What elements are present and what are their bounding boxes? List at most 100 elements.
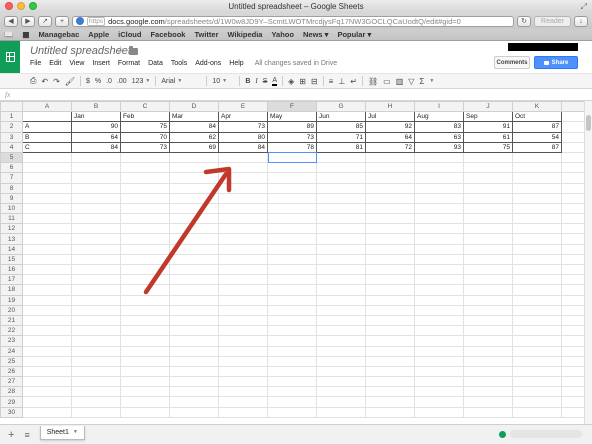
cell[interactable]: 92 bbox=[365, 121, 415, 133]
cell[interactable]: Jun bbox=[316, 111, 366, 123]
cell[interactable] bbox=[414, 396, 464, 408]
cell[interactable]: 73 bbox=[267, 131, 317, 143]
cell[interactable] bbox=[316, 376, 366, 388]
cell[interactable] bbox=[512, 396, 562, 408]
select-all-corner[interactable] bbox=[0, 101, 23, 113]
star-icon[interactable]: ☆ bbox=[116, 45, 125, 56]
cell[interactable] bbox=[316, 213, 366, 225]
cell[interactable] bbox=[267, 284, 317, 296]
menu-format[interactable]: Format bbox=[118, 60, 140, 67]
cell[interactable] bbox=[22, 243, 72, 255]
cell[interactable] bbox=[22, 345, 72, 357]
cell[interactable] bbox=[22, 335, 72, 347]
cell[interactable] bbox=[365, 253, 415, 266]
row-header[interactable]: 10 bbox=[0, 202, 23, 215]
cell[interactable] bbox=[463, 192, 513, 204]
comments-button[interactable]: Comments bbox=[494, 56, 530, 69]
insert-chart-icon[interactable]: ▥ bbox=[396, 77, 404, 86]
chevron-down-icon[interactable]: ▼ bbox=[429, 78, 434, 84]
vertical-align-icon[interactable]: ⊥ bbox=[338, 77, 345, 86]
currency-format-button[interactable]: $ bbox=[86, 78, 90, 85]
cell[interactable] bbox=[512, 151, 562, 164]
row-header[interactable]: 4 bbox=[0, 141, 23, 153]
menu-help[interactable]: Help bbox=[229, 60, 243, 67]
row-header[interactable]: 21 bbox=[0, 314, 23, 327]
cell[interactable]: Jul bbox=[365, 111, 415, 123]
cell[interactable] bbox=[463, 304, 513, 316]
cell[interactable] bbox=[316, 396, 366, 408]
chevron-down-icon[interactable]: ▼ bbox=[73, 429, 78, 435]
cell[interactable] bbox=[267, 355, 317, 367]
cell[interactable] bbox=[512, 365, 562, 378]
cell[interactable] bbox=[463, 274, 513, 286]
cell[interactable] bbox=[365, 294, 415, 306]
cell[interactable] bbox=[22, 284, 72, 296]
cell[interactable]: C bbox=[22, 141, 72, 153]
cell[interactable]: 89 bbox=[267, 121, 317, 133]
cell[interactable] bbox=[316, 304, 366, 316]
cell[interactable] bbox=[365, 202, 415, 215]
cell[interactable] bbox=[267, 376, 317, 388]
cell[interactable] bbox=[267, 335, 317, 347]
cell[interactable] bbox=[120, 151, 170, 164]
cell[interactable] bbox=[463, 172, 513, 184]
cell[interactable] bbox=[463, 396, 513, 408]
cell[interactable] bbox=[463, 233, 513, 245]
cell[interactable] bbox=[512, 345, 562, 357]
cell[interactable] bbox=[414, 213, 464, 225]
cell[interactable] bbox=[71, 365, 121, 378]
cell[interactable] bbox=[316, 192, 366, 204]
cell[interactable] bbox=[267, 345, 317, 357]
font-size-dropdown[interactable]: 10 ▼ bbox=[212, 78, 234, 85]
redo-icon[interactable]: ↷ bbox=[53, 77, 60, 86]
top-sites-icon[interactable]: ▦ bbox=[22, 30, 29, 39]
cell[interactable] bbox=[169, 151, 219, 164]
cell[interactable] bbox=[365, 355, 415, 367]
cell[interactable] bbox=[71, 162, 121, 174]
cell[interactable] bbox=[218, 162, 268, 174]
cell[interactable] bbox=[512, 223, 562, 235]
cell[interactable] bbox=[120, 304, 170, 316]
cell[interactable] bbox=[267, 294, 317, 306]
cell[interactable] bbox=[169, 192, 219, 204]
cell[interactable] bbox=[316, 335, 366, 347]
cell[interactable]: 75 bbox=[463, 141, 513, 153]
cell[interactable]: Sep bbox=[463, 111, 513, 123]
cell[interactable] bbox=[120, 294, 170, 306]
close-window-button[interactable] bbox=[5, 2, 13, 10]
cell[interactable] bbox=[512, 202, 562, 215]
menu-tools[interactable]: Tools bbox=[171, 60, 187, 67]
cell[interactable] bbox=[218, 386, 268, 398]
column-header[interactable]: I bbox=[414, 101, 464, 113]
cell[interactable] bbox=[218, 365, 268, 378]
cell[interactable] bbox=[316, 172, 366, 184]
column-header[interactable]: J bbox=[463, 101, 513, 113]
cell[interactable]: 90 bbox=[71, 121, 121, 133]
cell[interactable] bbox=[169, 386, 219, 398]
cell[interactable] bbox=[365, 365, 415, 378]
cell[interactable] bbox=[22, 233, 72, 245]
cell[interactable] bbox=[414, 182, 464, 194]
cell[interactable] bbox=[218, 335, 268, 347]
cell[interactable] bbox=[120, 253, 170, 266]
cell[interactable] bbox=[267, 386, 317, 398]
cell[interactable] bbox=[120, 376, 170, 388]
cell[interactable] bbox=[22, 365, 72, 378]
cell[interactable]: 73 bbox=[218, 121, 268, 133]
row-header[interactable]: 9 bbox=[0, 192, 23, 204]
cell[interactable] bbox=[71, 396, 121, 408]
cell[interactable] bbox=[22, 162, 72, 174]
bookmark-item[interactable]: iCloud bbox=[118, 30, 141, 39]
bookmark-item[interactable]: Popular ▾ bbox=[337, 30, 371, 39]
cell[interactable] bbox=[365, 223, 415, 235]
cell[interactable] bbox=[169, 243, 219, 255]
cell[interactable] bbox=[218, 406, 268, 418]
cell[interactable] bbox=[316, 223, 366, 235]
cell[interactable] bbox=[316, 243, 366, 255]
cell[interactable] bbox=[71, 355, 121, 367]
sheet-table[interactable]: ABCDEFGHIJK 1 Jan Feb Mar Apr May Jun Jul Aug Sep… bbox=[0, 101, 588, 418]
cell[interactable] bbox=[414, 386, 464, 398]
cell[interactable] bbox=[414, 345, 464, 357]
cell[interactable]: 70 bbox=[120, 131, 170, 143]
back-button[interactable]: ◀ bbox=[4, 15, 18, 27]
